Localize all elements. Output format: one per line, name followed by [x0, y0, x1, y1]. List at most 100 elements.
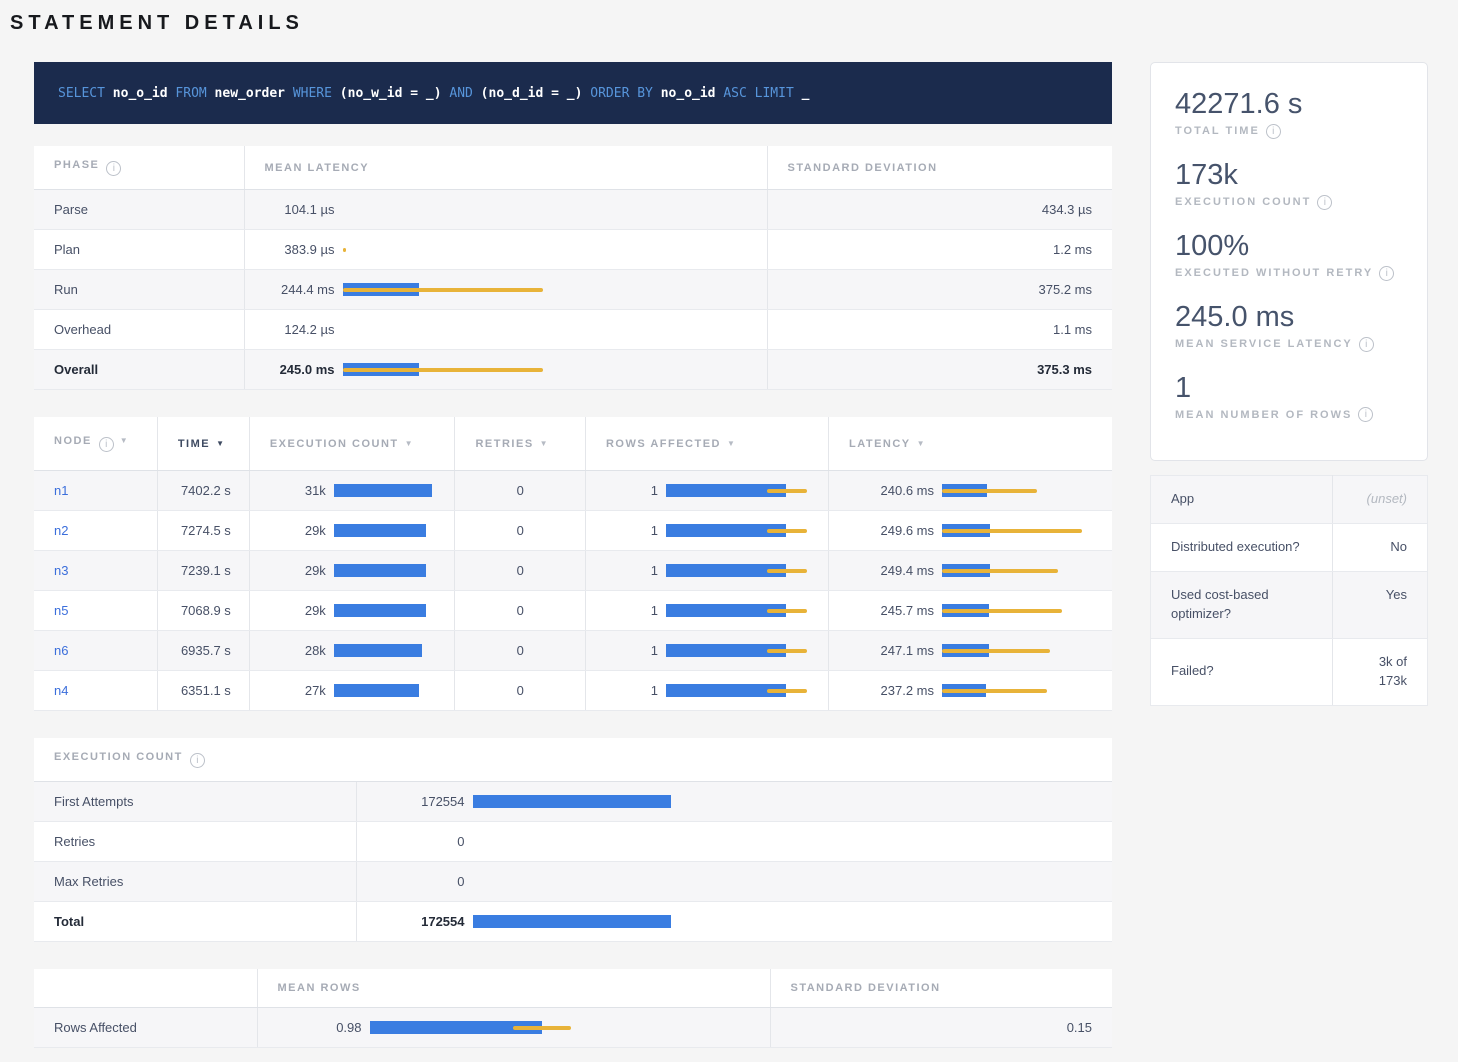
execution-count-bar [334, 684, 434, 697]
app-info-table: App (unset) Distributed execution? No Us… [1150, 475, 1428, 705]
info-icon[interactable]: i [1317, 195, 1332, 210]
sort-arrow-icon: ▼ [917, 439, 926, 448]
time-header-label: TIME [178, 438, 210, 450]
node-header-label: NODE [54, 435, 92, 447]
table-row: n4 6351.1 s 27k 0 1 237.2 ms [34, 671, 1112, 711]
stat-label: TOTAL TIME [1175, 125, 1260, 137]
rows-affected-value: 1 [606, 563, 658, 578]
latency-bar [942, 484, 1092, 497]
time-column-header[interactable]: TIME ▼ [157, 417, 249, 471]
sort-arrow-icon: ▼ [540, 439, 549, 448]
row-label: Used cost-based optimizer? [1151, 572, 1333, 639]
latency-bar [343, 283, 543, 296]
stat-value: 1 [1175, 373, 1403, 405]
latency-value: 240.6 ms [849, 483, 934, 498]
standard-deviation-column-header: STANDARD DEVIATION [767, 146, 1112, 190]
execution-count-value: 31k [270, 483, 326, 498]
node-link[interactable]: n4 [54, 683, 68, 698]
retries-cell: 0 [455, 471, 585, 511]
rows-affected-value: 1 [606, 643, 658, 658]
latency-bar [343, 203, 543, 216]
execution-count-value: 29k [270, 523, 326, 538]
table-row: Plan 383.9 µs 1.2 ms [34, 230, 1112, 270]
row-label: Total [34, 902, 356, 942]
mean-latency-column-header: MEAN LATENCY [244, 146, 767, 190]
latency-bar [942, 604, 1092, 617]
summary-stats-card: 42271.6 s TOTAL TIMEi 173k EXECUTION COU… [1150, 62, 1428, 461]
node-column-header[interactable]: NODEi▼ [34, 417, 157, 471]
node-cell: n5 [34, 591, 157, 631]
sort-arrow-icon: ▼ [405, 439, 414, 448]
phase-label: Overall [34, 350, 244, 390]
node-cell: n2 [34, 511, 157, 551]
empty-column-header [34, 969, 257, 1008]
table-header-row: MEAN ROWS STANDARD DEVIATION [34, 969, 1112, 1008]
retries-column-header[interactable]: RETRIES ▼ [455, 417, 585, 471]
table-header-row: EXECUTION COUNTi [34, 738, 1112, 782]
execution-count-table-header: EXECUTION COUNTi [34, 738, 1112, 782]
rows-affected-value: 1 [606, 483, 658, 498]
time-cell: 7274.5 s [157, 511, 249, 551]
rows-affected-cell: 1 [585, 471, 828, 511]
node-cell: n3 [34, 551, 157, 591]
retries-cell: 0 [455, 671, 585, 711]
mean-latency-value: 104.1 µs [265, 202, 335, 217]
node-link[interactable]: n6 [54, 643, 68, 658]
table-row: Used cost-based optimizer? Yes [1151, 572, 1428, 639]
info-icon[interactable]: i [1358, 407, 1373, 422]
node-link[interactable]: n2 [54, 523, 68, 538]
sql-keyword: ASC LIMIT [723, 86, 793, 101]
stddev-value: 0.15 [770, 1008, 1112, 1048]
rows-affected-column-header[interactable]: ROWS AFFECTED▼ [585, 417, 828, 471]
row-label: Max Retries [34, 862, 356, 902]
latency-header-label: LATENCY [849, 438, 911, 450]
table-row: n5 7068.9 s 29k 0 1 245.7 ms [34, 591, 1112, 631]
latency-cell: 237.2 ms [829, 671, 1113, 711]
count-bar [473, 835, 673, 848]
sql-identifier: (no_d_id = _) [473, 86, 590, 101]
mean-latency-value: 383.9 µs [265, 242, 335, 257]
count-value: 172554 [377, 794, 465, 809]
mean-latency-cell: 245.0 ms [244, 350, 767, 390]
node-link[interactable]: n1 [54, 483, 68, 498]
stat-execution-count: 173k EXECUTION COUNTi [1175, 160, 1403, 210]
info-icon[interactable]: i [1266, 124, 1281, 139]
sort-arrow-icon: ▼ [216, 439, 225, 448]
count-value: 0 [377, 834, 465, 849]
time-cell: 7068.9 s [157, 591, 249, 631]
execution-count-cell: 29k [249, 551, 455, 591]
latency-column-header[interactable]: LATENCY ▼ [829, 417, 1113, 471]
phase-label: Parse [34, 190, 244, 230]
info-icon[interactable]: i [99, 437, 114, 452]
rows-affected-bar [666, 684, 808, 697]
row-label: Distributed execution? [1151, 524, 1333, 572]
retries-cell: 0 [455, 551, 585, 591]
phase-label: Run [34, 270, 244, 310]
retries-header-label: RETRIES [475, 438, 533, 450]
node-link[interactable]: n5 [54, 603, 68, 618]
info-icon[interactable]: i [1359, 337, 1374, 352]
count-bar [473, 875, 673, 888]
phase-label: Overhead [34, 310, 244, 350]
execution-count-value: 29k [270, 603, 326, 618]
info-icon[interactable]: i [106, 161, 121, 176]
cost-based-optimizer-value: Yes [1333, 572, 1428, 639]
sql-identifier: _ [794, 86, 810, 101]
node-link[interactable]: n3 [54, 563, 68, 578]
info-icon[interactable]: i [190, 753, 205, 768]
time-cell: 6935.7 s [157, 631, 249, 671]
execution-count-bar [334, 644, 434, 657]
execution-count-bar [334, 524, 434, 537]
info-icon[interactable]: i [1379, 266, 1394, 281]
rows-affected-cell: 1 [585, 511, 828, 551]
execution-count-value: 28k [270, 643, 326, 658]
phase-label: Plan [34, 230, 244, 270]
row-label: Retries [34, 822, 356, 862]
latency-cell: 240.6 ms [829, 471, 1113, 511]
execution-count-column-header[interactable]: EXECUTION COUNT▼ [249, 417, 455, 471]
table-row: Max Retries 0 [34, 862, 1112, 902]
latency-value: 245.7 ms [849, 603, 934, 618]
stat-label: MEAN NUMBER OF ROWS [1175, 409, 1352, 421]
rows-affected-bar [666, 524, 808, 537]
execution-count-bar [334, 564, 434, 577]
